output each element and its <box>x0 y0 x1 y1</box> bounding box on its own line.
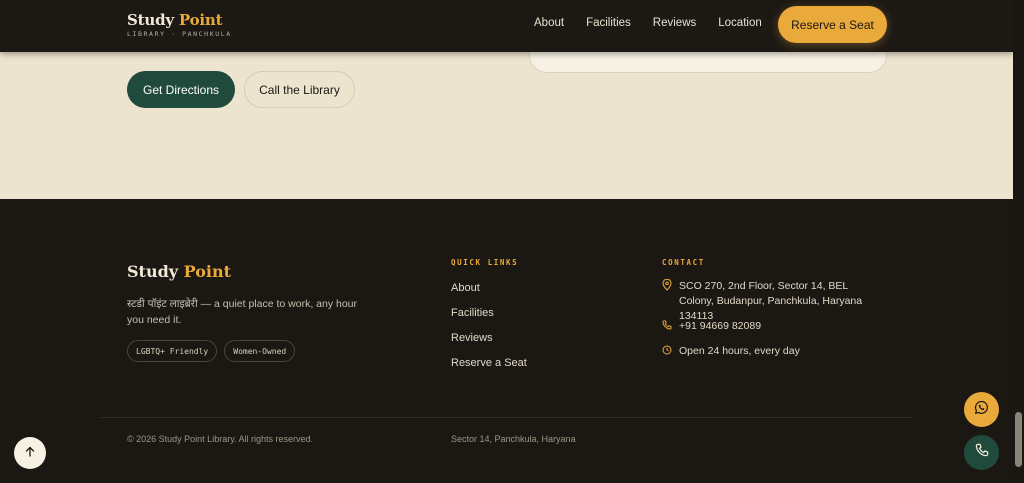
phone-icon <box>975 443 989 462</box>
get-directions-button[interactable]: Get Directions <box>127 71 235 108</box>
contact-address: SCO 270, 2nd Floor, Sector 14, BEL Colon… <box>662 279 884 324</box>
call-library-button[interactable]: Call the Library <box>244 71 355 108</box>
phone-text[interactable]: +91 94669 82089 <box>679 319 884 334</box>
clock-icon <box>662 344 679 356</box>
nav-logo[interactable]: Study Point LIBRARY · PANCHKULA <box>127 11 232 38</box>
quick-links-list: About Facilities Reviews Reserve a Seat <box>451 282 527 371</box>
footer-badges: LGBTQ+ Friendly Women-Owned <box>127 340 296 362</box>
whatsapp-icon <box>974 400 989 420</box>
footer-link-reviews[interactable]: Reviews <box>451 332 527 346</box>
footer-link-reserve[interactable]: Reserve a Seat <box>451 357 527 371</box>
map-pin-icon <box>662 279 679 291</box>
badge-lgbtq-friendly: LGBTQ+ Friendly <box>127 340 218 362</box>
footer-tagline: स्टडी पॉइंट लाइब्रेरी — a quiet place to… <box>127 298 358 326</box>
footer-logo: Study Point <box>127 262 231 281</box>
address-text: SCO 270, 2nd Floor, Sector 14, BEL Colon… <box>679 280 863 322</box>
nav-link-location[interactable]: Location <box>718 17 761 29</box>
footer-link-facilities[interactable]: Facilities <box>451 307 527 321</box>
contact-hours: Open 24 hours, every day <box>662 344 884 359</box>
contact-phone[interactable]: +91 94669 82089 <box>662 319 884 334</box>
quick-links-heading: QUICK LINKS <box>451 258 519 267</box>
copyright-text: © 2026 Study Point Library. All rights r… <box>127 434 314 444</box>
reserve-seat-button[interactable]: Reserve a Seat <box>778 6 887 43</box>
badge-women-owned: Women-Owned <box>224 340 296 362</box>
arrow-up-icon <box>25 444 35 462</box>
contact-heading: CONTACT <box>662 258 705 267</box>
logo-word-point: Point <box>178 11 223 29</box>
nav-link-reviews[interactable]: Reviews <box>653 17 696 29</box>
footer-area-text: Sector 14, Panchkula, Haryana <box>451 434 576 444</box>
hours-text: Open 24 hours, every day <box>679 345 800 357</box>
logo-subtitle: LIBRARY · PANCHKULA <box>127 30 232 38</box>
phone-icon <box>662 319 679 331</box>
scrollbar-thumb[interactable] <box>1015 412 1022 467</box>
footer-link-about[interactable]: About <box>451 282 527 296</box>
call-button[interactable] <box>964 435 999 470</box>
back-to-top-button[interactable] <box>14 437 46 469</box>
nav-links: About Facilities Reviews Location <box>534 17 762 29</box>
footer-logo-point: Point <box>183 262 232 281</box>
nav-link-facilities[interactable]: Facilities <box>586 17 631 29</box>
page-scrollbar[interactable] <box>1013 0 1024 483</box>
nav-link-about[interactable]: About <box>534 17 564 29</box>
footer-logo-study: Study <box>127 262 179 281</box>
logo-word-study: Study <box>127 11 174 29</box>
whatsapp-button[interactable] <box>964 392 999 427</box>
top-navbar: Study Point LIBRARY · PANCHKULA About Fa… <box>0 0 1013 52</box>
footer-divider <box>100 417 913 418</box>
